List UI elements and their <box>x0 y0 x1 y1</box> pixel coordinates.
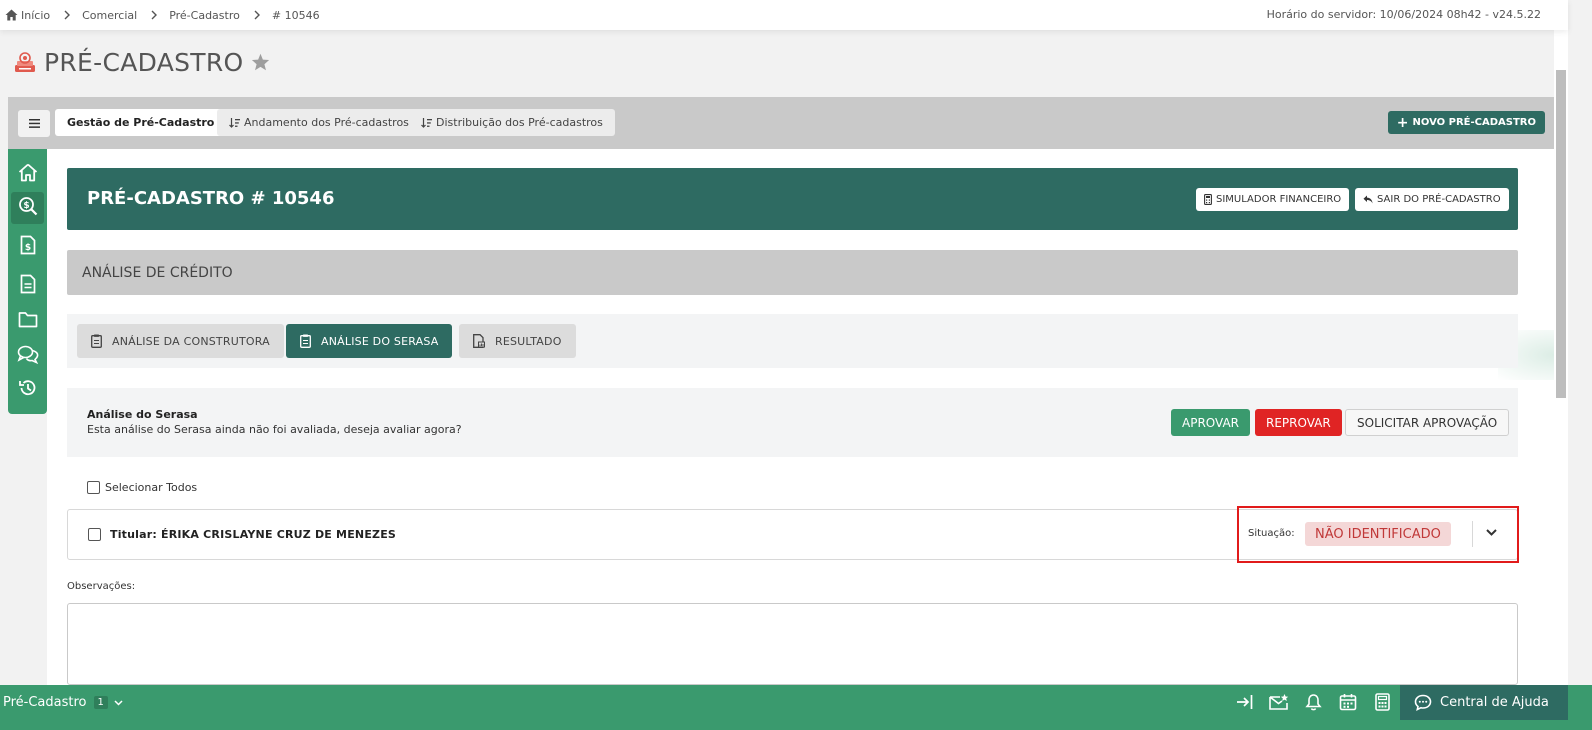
plus-icon: + <box>1396 114 1409 131</box>
credit-analysis-title: ANÁLISE DE CRÉDITO <box>82 265 233 281</box>
rail-history-button[interactable] <box>11 374 44 406</box>
analysis-subtabs: ANÁLISE DA CONSTRUTORA ANÁLISE DO SERASA… <box>67 314 1518 368</box>
module-name: Pré-Cadastro <box>3 695 87 710</box>
serasa-title: Análise do Serasa <box>87 408 198 421</box>
titular-checkbox[interactable] <box>88 528 101 541</box>
reply-arrow-icon <box>1363 195 1373 204</box>
financial-simulator-button[interactable]: SIMULADOR FINANCEIRO <box>1196 188 1350 211</box>
rail-financial-button[interactable]: $ <box>11 231 44 263</box>
module-count-badge: 1 <box>93 696 108 709</box>
rail-documents-button[interactable] <box>11 270 44 302</box>
sort-icon <box>229 117 240 128</box>
sort-icon <box>421 117 432 128</box>
document-icon <box>20 274 36 298</box>
tab-distribuicao-label: Distribuição dos Pré-cadastros <box>436 116 603 129</box>
serasa-description: Esta análise do Serasa ainda não foi ava… <box>87 423 462 436</box>
status-highlight-box <box>1237 506 1519 563</box>
home-icon <box>18 163 38 186</box>
select-all-checkbox[interactable] <box>87 481 100 494</box>
tab-distribuicao[interactable]: Distribuição dos Pré-cadastros <box>409 109 615 136</box>
exit-pre-cadastro-button[interactable]: SAIR DO PRÉ-CADASTRO <box>1355 188 1509 211</box>
calculator-icon[interactable] <box>1375 693 1390 711</box>
chevron-right-icon <box>64 10 71 20</box>
select-all-label[interactable]: Selecionar Todos <box>105 481 197 494</box>
subtab-analise-construtora-label: ANÁLISE DA CONSTRUTORA <box>112 334 270 348</box>
rail-home-button[interactable] <box>11 158 44 190</box>
hamburger-icon <box>28 116 40 132</box>
tab-bar: Gestão de Pré-Cadastro Andamento dos Pré… <box>8 97 1554 149</box>
tab-andamento[interactable]: Andamento dos Pré-cadastros <box>217 109 421 136</box>
record-header: PRÉ-CADASTRO # 10546 SIMULADOR FINANCEIR… <box>67 168 1518 230</box>
file-chart-icon <box>473 334 485 348</box>
tab-andamento-label: Andamento dos Pré-cadastros <box>244 116 409 129</box>
svg-text:$: $ <box>23 201 29 211</box>
help-center-label: Central de Ajuda <box>1440 695 1549 710</box>
reject-button[interactable]: REPROVAR <box>1255 409 1342 436</box>
breadcrumb-item-pre-cadastro[interactable]: Pré-Cadastro <box>169 9 240 22</box>
subtab-resultado[interactable]: RESULTADO <box>459 324 576 358</box>
mail-star-icon[interactable] <box>1269 693 1289 711</box>
help-center-button[interactable]: Central de Ajuda <box>1400 685 1568 720</box>
subtab-analise-serasa-label: ANÁLISE DO SERASA <box>321 334 439 348</box>
breadcrumb-item-comercial[interactable]: Comercial <box>82 9 137 22</box>
favorite-star-icon[interactable] <box>251 53 270 75</box>
record-title: PRÉ-CADASTRO # 10546 <box>87 188 335 209</box>
file-dollar-icon: $ <box>20 235 36 259</box>
svg-text:$: $ <box>24 243 30 253</box>
request-approval-button[interactable]: SOLICITAR APROVAÇÃO <box>1345 409 1510 436</box>
subtab-resultado-label: RESULTADO <box>495 334 562 348</box>
rail-folder-button[interactable] <box>11 305 44 337</box>
credit-analysis-section-header: ANÁLISE DE CRÉDITO <box>67 250 1518 295</box>
rail-credit-analysis-button[interactable]: $ <box>11 192 44 224</box>
new-pre-cadastro-label: NOVO PRÉ-CADASTRO <box>1412 117 1536 128</box>
new-pre-cadastro-button[interactable]: + NOVO PRÉ-CADASTRO <box>1387 111 1545 134</box>
exit-pre-cadastro-label: SAIR DO PRÉ-CADASTRO <box>1377 194 1501 205</box>
calculator-icon <box>1204 194 1212 205</box>
financial-simulator-label: SIMULADOR FINANCEIRO <box>1216 194 1342 205</box>
chevron-down-icon <box>114 699 123 706</box>
page-title: PRÉ-CADASTRO <box>44 48 244 77</box>
folder-icon <box>18 311 38 332</box>
module-logo-icon <box>12 50 38 76</box>
rail-messages-button[interactable] <box>11 340 44 372</box>
subtab-analise-construtora[interactable]: ANÁLISE DA CONSTRUTORA <box>77 324 284 358</box>
menu-toggle-button[interactable] <box>18 110 50 137</box>
home-icon[interactable] <box>5 9 18 21</box>
observations-textarea[interactable] <box>67 603 1518 685</box>
calendar-icon[interactable] <box>1339 693 1357 711</box>
server-time: Horário do servidor: 10/06/2024 08h42 - … <box>1266 8 1541 21</box>
tab-gestao-pre-cadastro[interactable]: Gestão de Pré-Cadastro <box>55 109 227 136</box>
breadcrumb: Início Comercial Pré-Cadastro # 10546 <box>5 9 320 22</box>
history-icon <box>18 378 38 402</box>
bell-icon[interactable] <box>1305 693 1322 711</box>
select-all-row: Selecionar Todos <box>87 481 197 494</box>
serasa-analysis-panel: Análise do Serasa Esta análise do Serasa… <box>67 388 1518 457</box>
chat-bubble-icon <box>1414 694 1432 711</box>
search-dollar-icon: $ <box>18 196 38 220</box>
side-icon-rail: $ $ <box>8 149 47 414</box>
clipboard-icon <box>300 334 311 348</box>
bottom-bar: Pré-Cadastro 1 Central de Ajuda <box>0 685 1592 730</box>
clipboard-icon <box>91 334 102 348</box>
chat-icon <box>17 345 39 368</box>
scrollbar-thumb[interactable] <box>1556 70 1566 398</box>
observations-label: Observações: <box>67 581 136 592</box>
chevron-right-icon <box>254 10 260 20</box>
module-switcher[interactable]: Pré-Cadastro 1 <box>3 695 123 710</box>
breadcrumb-bar: Início Comercial Pré-Cadastro # 10546 Ho… <box>0 0 1568 30</box>
breadcrumb-item-inicio[interactable]: Início <box>21 9 50 22</box>
chevron-right-icon <box>151 10 158 20</box>
exit-arrow-icon[interactable] <box>1236 693 1254 711</box>
breadcrumb-item-current: # 10546 <box>271 8 320 22</box>
approve-button[interactable]: APROVAR <box>1171 409 1251 436</box>
subtab-analise-serasa[interactable]: ANÁLISE DO SERASA <box>286 324 453 358</box>
titular-name: Titular: ÉRIKA CRISLAYNE CRUZ DE MENEZES <box>110 528 397 541</box>
page-title-row: PRÉ-CADASTRO <box>12 48 270 77</box>
